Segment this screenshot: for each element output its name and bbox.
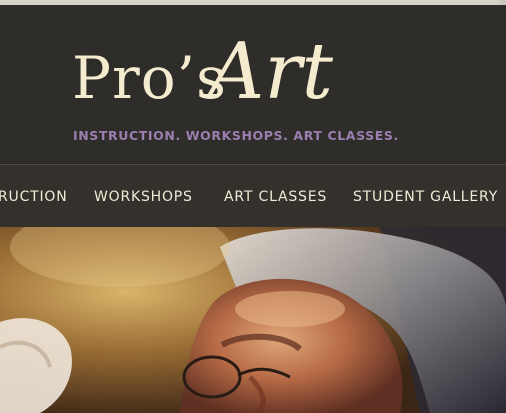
site-tagline: INSTRUCTION. WORKSHOPS. ART CLASSES. [73,128,399,143]
hero-painting-image [0,227,506,413]
site-logo[interactable]: Pro’s Art [72,33,402,121]
nav-item-art-classes[interactable]: ART CLASSES [224,189,327,205]
logo-text-art: Art [208,27,333,117]
hero-painting [0,227,506,413]
site-header: Pro’s Art INSTRUCTION. WORKSHOPS. ART CL… [0,5,506,165]
nav-item-student-gallery[interactable]: STUDENT GALLERY [353,189,498,205]
nav-item-instruction[interactable]: RUCTION [0,189,68,205]
logo-text-pros: Pro’s [72,44,227,112]
main-nav: RUCTION WORKSHOPS ART CLASSES STUDENT GA… [0,165,506,227]
nav-item-workshops[interactable]: WORKSHOPS [94,189,193,205]
